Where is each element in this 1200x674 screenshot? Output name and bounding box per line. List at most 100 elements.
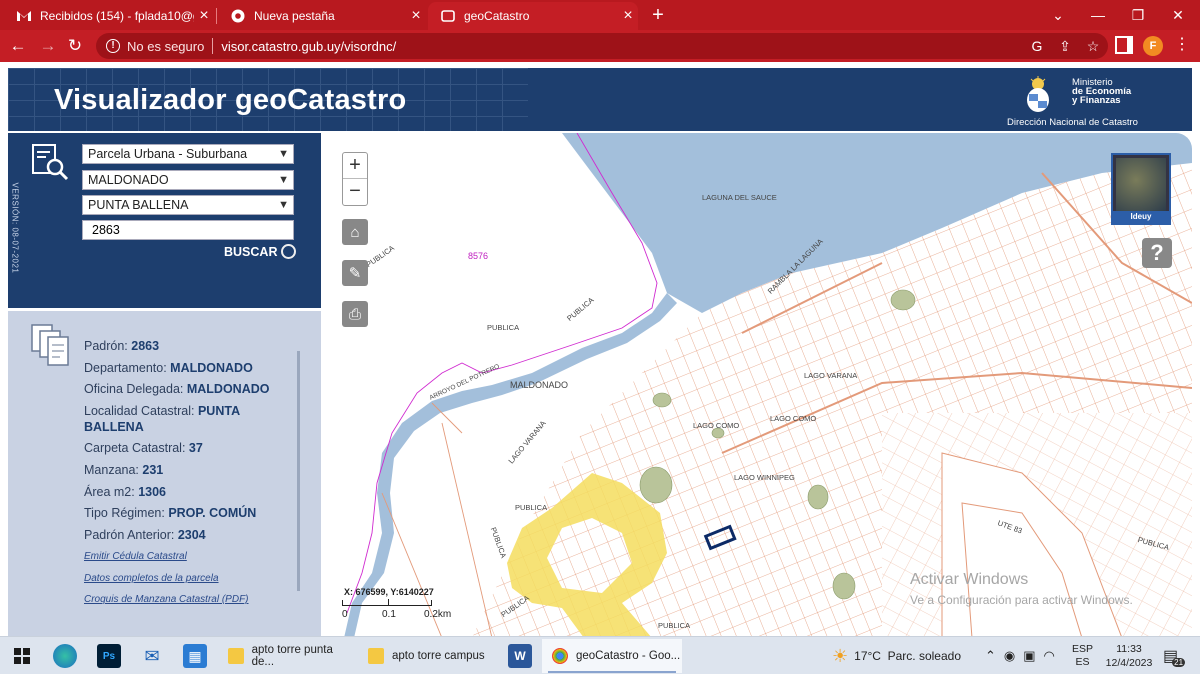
network-icon[interactable]: ◉ (1004, 648, 1015, 664)
map-label-maldonado: MALDONADO (510, 380, 569, 390)
activate-windows-watermark: Activar Windows (910, 571, 1029, 588)
map-label-publica-7: PUBLICA (658, 621, 691, 630)
browser-toolbar: ← → ↻ ! No es seguro visor.catastro.gub.… (0, 30, 1200, 62)
map-label-laguna: LAGUNA DEL SAUCE (702, 193, 777, 202)
photoshop-icon[interactable]: Ps (97, 644, 121, 668)
scale-bar (342, 599, 432, 606)
mail-icon[interactable]: ✉ (140, 644, 164, 668)
map-label-8576: 8576 (468, 251, 489, 261)
close-tab-icon[interactable]: × (406, 7, 426, 25)
profile-avatar[interactable]: F (1143, 36, 1163, 56)
document-search-icon (32, 144, 69, 181)
area-row: Área m2: 1306 (84, 484, 284, 500)
manzana-label: Manzana: (84, 463, 139, 477)
chevron-up-icon[interactable]: ⌃ (985, 648, 996, 664)
map-label-lago-varana-2: LAGO VARANA (804, 371, 858, 380)
department-value: MALDONADO (88, 173, 169, 187)
tab-new-tab[interactable]: Nueva pestaña × (218, 2, 426, 30)
taskbar-app-chrome[interactable]: geoCatastro - Goo... (542, 639, 682, 673)
url-text[interactable]: visor.catastro.gub.uy/visordnc/ (221, 39, 396, 54)
zoom-in-button[interactable]: + (343, 153, 367, 179)
tab-separator (216, 8, 217, 24)
coordinate-readout: X: 676599, Y:6140227 (344, 587, 434, 597)
folder-icon (228, 648, 244, 664)
warning-icon[interactable]: ! (106, 39, 120, 53)
minimize-icon[interactable]: — (1078, 0, 1118, 30)
search-button-label: BUSCAR (224, 244, 278, 259)
taskbar-app-folder-2[interactable]: apto torre campus (358, 639, 498, 673)
padron-anterior-row: Padrón Anterior: 2304 (84, 527, 284, 543)
map-viewport[interactable]: LAGUNA DEL SAUCE 8576 PUBLICA PUBLICA PU… (322, 133, 1192, 638)
camera-icon[interactable]: ▣ (1023, 648, 1035, 664)
padron-label: Padrón: (84, 339, 128, 353)
menu-kebab-icon[interactable]: ⋮ (1172, 34, 1192, 58)
basemap-thumbnail (1116, 158, 1166, 213)
taskbar-app-folder-1[interactable]: apto torre punta de... (218, 639, 356, 673)
close-tab-icon[interactable]: × (194, 7, 214, 25)
print-icon: ⎙ (348, 305, 361, 323)
zoom-control: + − (342, 152, 368, 206)
tab-geocatastro[interactable]: geoCatastro × (428, 2, 638, 30)
padron-input[interactable]: 2863 (82, 220, 294, 240)
uruguay-seal-icon (1027, 76, 1049, 112)
emit-cedula-link[interactable]: Emitir Cédula Catastral (84, 551, 187, 562)
not-secure-label[interactable]: No es seguro (127, 39, 204, 54)
page-content: Visualizador geoCatastro Ministerio de E… (0, 62, 1200, 638)
address-bar[interactable]: ! No es seguro visor.catastro.gub.uy/vis… (96, 33, 1108, 59)
activate-windows-hint: Ve a Configuración para activar Windows. (910, 593, 1133, 607)
chevron-down-icon: ▼ (278, 199, 289, 211)
locality-select[interactable]: PUNTA BALLENA ▼ (82, 195, 294, 215)
map-label-lago-winnipeg: LAGO WINNIPEG (734, 473, 795, 482)
department-row: Departamento: MALDONADO (84, 360, 284, 376)
home-button[interactable]: ⌂ (342, 219, 368, 245)
map-label-publica-2: PUBLICA (487, 323, 520, 332)
chrome-icon (552, 648, 568, 664)
area-value: 1306 (138, 485, 167, 499)
store-icon[interactable]: ▦ (183, 644, 207, 668)
area-label: Área m2: (84, 485, 135, 499)
zoom-out-button[interactable]: − (343, 179, 367, 205)
eraser-button[interactable]: ✎ (342, 260, 368, 286)
active-indicator (548, 671, 676, 673)
bookmark-star-icon[interactable]: ☆ (1084, 37, 1102, 55)
system-tray-icons: ⌃ ◉ ▣ ◠ (985, 637, 1055, 674)
help-button[interactable]: ? (1142, 238, 1172, 268)
page-title: Visualizador geoCatastro (54, 84, 407, 116)
folder-icon (368, 648, 384, 664)
new-tab-button[interactable]: + (646, 3, 670, 27)
parcel-type-select[interactable]: Parcela Urbana - Suburbana ▼ (82, 144, 294, 164)
department-value: MALDONADO (170, 361, 253, 375)
edge-icon[interactable] (53, 644, 77, 668)
windows-start-icon[interactable] (10, 644, 34, 668)
language-indicator[interactable]: ESP ES (1072, 637, 1093, 674)
wifi-icon[interactable]: ◠ (1044, 648, 1055, 664)
search-button[interactable]: BUSCAR (224, 244, 297, 259)
croquis-pdf-link[interactable]: Croquis de Manzana Catastral (PDF) (84, 594, 249, 605)
tab-search-icon[interactable]: ⌄ (1038, 0, 1078, 30)
reload-icon[interactable]: ↻ (63, 34, 87, 58)
back-icon[interactable]: ← (6, 34, 30, 58)
map-label-publica-4: PUBLICA (515, 503, 548, 512)
weather-widget[interactable]: ☀ 17°C Parc. soleado (832, 637, 961, 674)
lang-line-2: ES (1075, 656, 1090, 668)
department-select[interactable]: MALDONADO ▼ (82, 170, 294, 190)
close-window-icon[interactable]: ✕ (1158, 0, 1198, 30)
chrome-icon (230, 8, 246, 24)
notifications-button[interactable]: ▤ 21 (1163, 637, 1191, 674)
tab-gmail[interactable]: Recibidos (154) - fplada10@gma × (4, 2, 214, 30)
google-icon[interactable]: G (1028, 37, 1046, 55)
forward-icon[interactable]: → (36, 34, 60, 58)
site-header: Visualizador geoCatastro Ministerio de E… (8, 68, 1192, 131)
full-data-link[interactable]: Datos completos de la parcela (84, 573, 219, 584)
restore-icon[interactable]: ❐ (1118, 0, 1158, 30)
print-button[interactable]: ⎙ (342, 301, 368, 327)
clock[interactable]: 11:33 12/4/2023 (1100, 637, 1158, 674)
ideuy-basemap-toggle[interactable]: Ideuy (1111, 153, 1171, 225)
locality-value: PUNTA BALLENA (88, 198, 189, 212)
info-scrollbar[interactable] (297, 351, 300, 591)
share-icon[interactable]: ⇪ (1056, 37, 1074, 55)
word-icon[interactable]: W (508, 644, 532, 668)
close-tab-icon[interactable]: × (618, 7, 638, 25)
localidad-label: Localidad Catastral: (84, 404, 195, 418)
side-panel-icon[interactable] (1115, 36, 1133, 54)
